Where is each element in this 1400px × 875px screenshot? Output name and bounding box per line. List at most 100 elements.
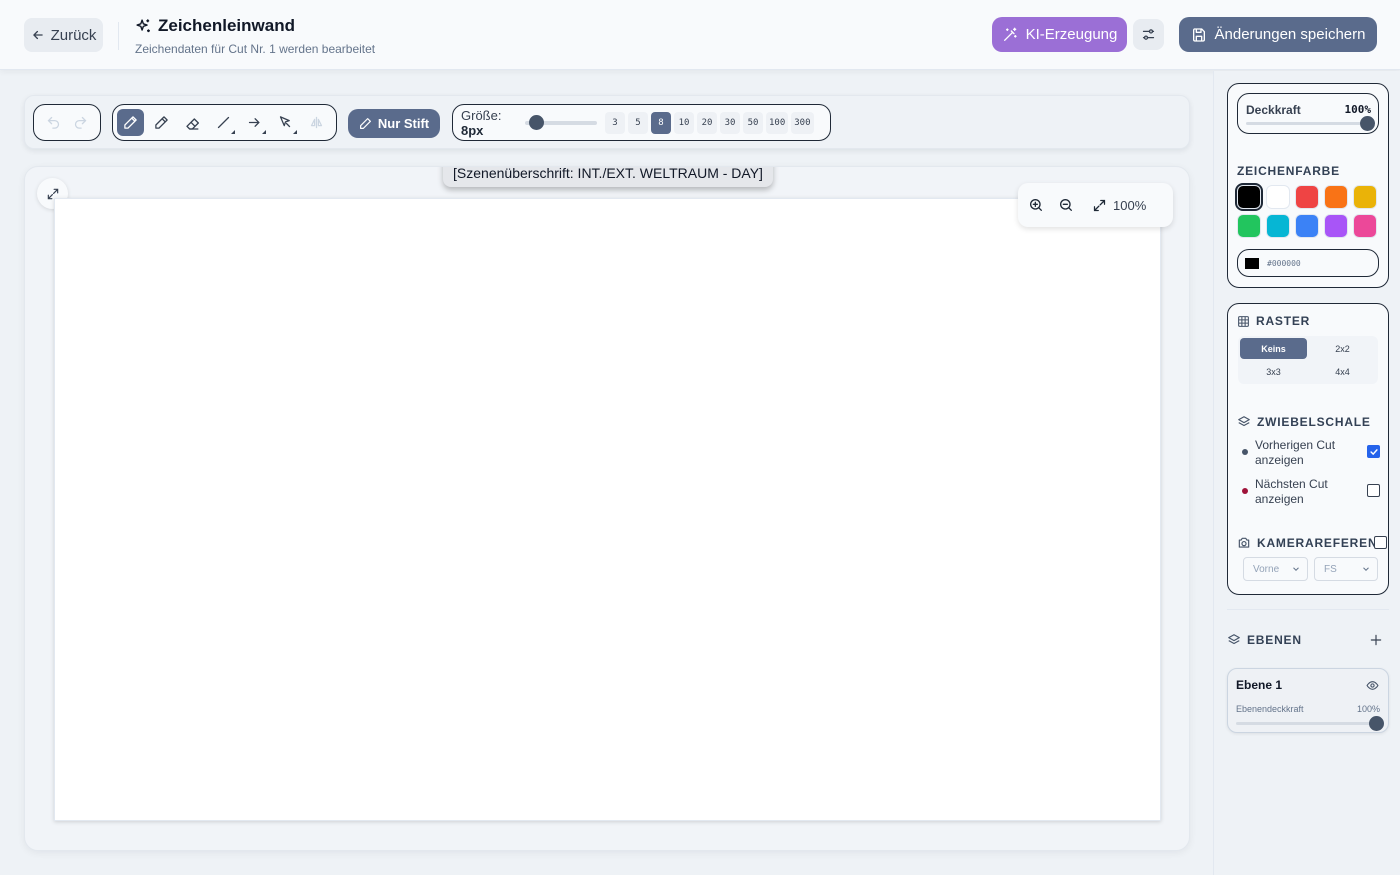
check-icon (1369, 448, 1378, 455)
layer-opacity-label: Ebenendeckkraft (1236, 704, 1304, 714)
opacity-slider[interactable] (1246, 116, 1375, 131)
color-swatch[interactable] (1353, 185, 1377, 209)
pencil-tool[interactable] (148, 109, 175, 136)
page-subtitle: Zeichendaten für Cut Nr. 1 werden bearbe… (135, 42, 376, 56)
arrow-left-icon (32, 30, 43, 40)
slider-thumb[interactable] (528, 114, 544, 130)
size-label-text: Größe: (461, 107, 502, 123)
layer-opacity-slider[interactable] (1236, 716, 1384, 731)
zoom-out-icon[interactable] (1058, 197, 1074, 213)
camera-shot-value: FS (1324, 563, 1337, 575)
opacity-label: Deckkraft (1246, 103, 1301, 117)
color-swatch[interactable] (1295, 214, 1319, 238)
back-button[interactable]: Zurück (24, 18, 103, 52)
flip-tool[interactable] (303, 109, 330, 136)
size-preset-5[interactable]: 5 (628, 111, 648, 134)
size-preset-100[interactable]: 100 (766, 111, 789, 134)
size-value: 8px (461, 122, 484, 138)
grid-option-none[interactable]: Keins (1240, 338, 1307, 359)
zoom-reset-button[interactable]: 100% (1092, 198, 1146, 213)
size-preset-30[interactable]: 30 (720, 111, 740, 134)
sliders-icon (1142, 29, 1155, 40)
save-changes-label: Änderungen speichern (1214, 26, 1366, 43)
panel-divider (1227, 609, 1389, 610)
layer-visibility-toggle[interactable] (1366, 679, 1379, 697)
undo-icon[interactable] (46, 115, 61, 130)
drawing-canvas[interactable] (54, 198, 1161, 821)
size-preset-20[interactable]: 20 (697, 111, 717, 134)
grid-option-4x4[interactable]: 4x4 (1309, 361, 1376, 382)
cursor-icon (279, 116, 291, 128)
color-swatch[interactable] (1295, 185, 1319, 209)
slider-thumb[interactable] (1369, 716, 1384, 731)
camera-shot-select[interactable]: FS (1314, 557, 1378, 581)
flip-horizontal-icon (310, 116, 323, 129)
eraser-icon (185, 117, 199, 130)
size-preset-50[interactable]: 50 (743, 111, 763, 134)
pen-tool[interactable] (117, 109, 144, 136)
drawing-toolbar: Nur Stift Größe: 8px 3 5 8 10 20 30 50 100 300 (24, 95, 1190, 149)
redo-icon[interactable] (73, 115, 88, 130)
select-tool[interactable] (272, 109, 299, 136)
guides-card: RASTER Keins 2x2 3x3 4x4 ZWIEBELSCHALE V… (1227, 303, 1389, 595)
onion-prev-dot (1242, 449, 1248, 455)
layer-item[interactable]: Ebene 1 Ebenendeckkraft 100% (1227, 668, 1389, 733)
color-swatch[interactable] (1235, 183, 1263, 211)
camera-reference-checkbox[interactable] (1374, 536, 1387, 549)
size-preset-10[interactable]: 10 (674, 111, 694, 134)
arrow-tool[interactable] (241, 109, 268, 136)
plus-icon (1370, 634, 1382, 646)
brush-size-slider[interactable] (525, 114, 597, 130)
slider-thumb[interactable] (1360, 116, 1375, 131)
onion-title-text: ZWIEBELSCHALE (1257, 415, 1371, 429)
color-swatch[interactable] (1266, 185, 1290, 209)
expand-icon (1093, 199, 1106, 211)
title-block: Zeichenleinwand Zeichendaten für Cut Nr.… (135, 16, 375, 56)
size-preset-300[interactable]: 300 (791, 111, 814, 134)
camera-title-text: KAMERAREFERENZ (1257, 536, 1386, 550)
camera-view-select[interactable]: Vorne (1243, 557, 1308, 581)
camera-icon (1238, 537, 1250, 548)
color-swatch[interactable] (1353, 214, 1377, 238)
color-swatch[interactable] (1266, 214, 1290, 238)
history-group (33, 104, 101, 141)
current-color-preview (1245, 257, 1259, 269)
color-swatch[interactable] (1237, 214, 1261, 238)
onion-prev-label: Vorherigen Cut anzeigen (1255, 438, 1336, 467)
settings-button[interactable] (1133, 19, 1164, 50)
grid-options: Keins 2x2 3x3 4x4 (1238, 336, 1378, 384)
canvas-area: [Szenenüberschrift: INT./EXT. WELTRAUM -… (24, 166, 1190, 851)
onion-next-checkbox[interactable] (1367, 484, 1380, 497)
chevron-down-icon (1363, 567, 1369, 571)
size-preset-8[interactable]: 8 (651, 111, 671, 134)
ai-generation-button[interactable]: KI-Erzeugung (992, 17, 1127, 52)
size-preset-3[interactable]: 3 (605, 111, 625, 134)
hex-color-input[interactable]: #000000 (1237, 249, 1379, 277)
pencil-icon (155, 116, 168, 129)
grid-option-2x2[interactable]: 2x2 (1309, 338, 1376, 359)
add-layer-button[interactable] (1366, 630, 1386, 650)
back-label: Zurück (50, 26, 97, 44)
properties-panel: Deckkraft 100% ZEICHENFARBE #000000 RAST… (1213, 71, 1400, 875)
scene-heading: [Szenenüberschrift: INT./EXT. WELTRAUM -… (443, 167, 773, 187)
grid-option-3x3[interactable]: 3x3 (1240, 361, 1307, 382)
opacity-control: Deckkraft 100% (1237, 93, 1379, 134)
brush-settings-card: Deckkraft 100% ZEICHENFARBE #000000 (1227, 83, 1389, 288)
layers-title-text: EBENEN (1247, 633, 1302, 647)
layers-section-title: EBENEN (1227, 633, 1302, 647)
camera-section-title: KAMERAREFERENZ (1237, 536, 1386, 550)
pen-only-label: Nur Stift (377, 116, 430, 131)
onion-prev-checkbox[interactable] (1367, 445, 1380, 458)
color-swatch[interactable] (1324, 185, 1348, 209)
color-swatch[interactable] (1324, 214, 1348, 238)
save-changes-button[interactable]: Änderungen speichern (1179, 17, 1377, 52)
eraser-tool[interactable] (179, 109, 206, 136)
line-icon (217, 116, 230, 129)
grid-icon (1238, 315, 1249, 327)
pen-only-button[interactable]: Nur Stift (348, 109, 440, 138)
grid-section-title: RASTER (1237, 314, 1310, 328)
zoom-in-icon[interactable] (1028, 197, 1044, 213)
arrow-right-icon (248, 118, 260, 127)
line-tool[interactable] (210, 109, 237, 136)
brush-size-group: Größe: 8px 3 5 8 10 20 30 50 100 300 (452, 104, 831, 141)
